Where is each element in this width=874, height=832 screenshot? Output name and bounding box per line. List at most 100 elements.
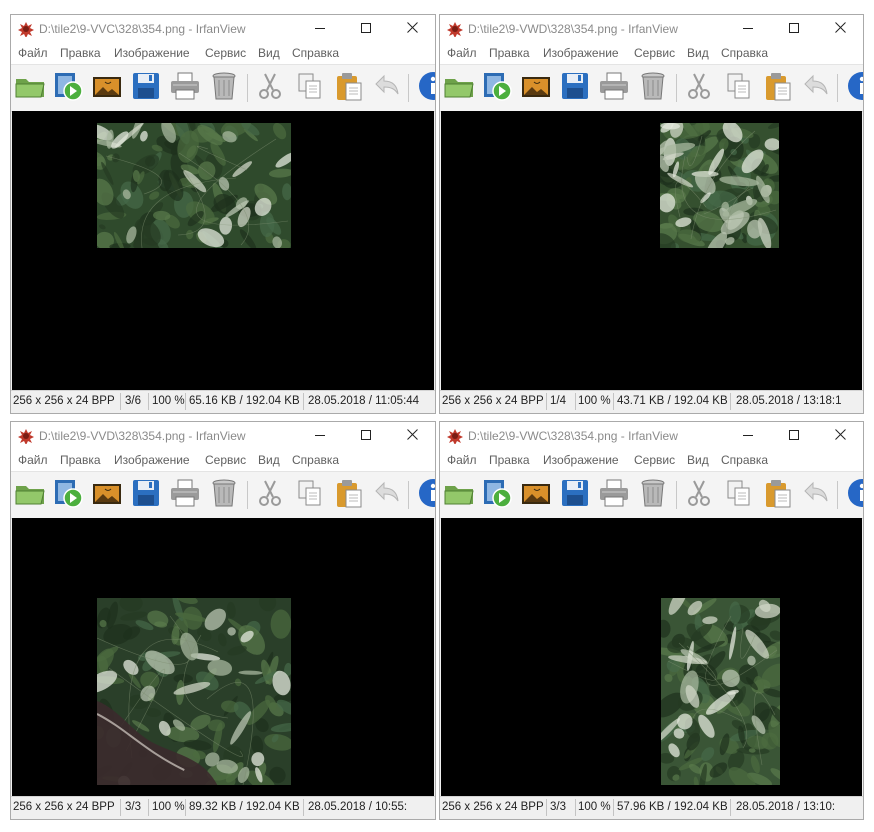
image-viewport[interactable] xyxy=(12,109,434,390)
menu-item[interactable]: Изображение xyxy=(114,453,190,467)
toolbar-button[interactable] xyxy=(558,71,592,105)
toolbar-button[interactable] xyxy=(519,71,553,105)
toolbar-button[interactable] xyxy=(332,71,366,105)
toolbar-button[interactable] xyxy=(168,71,202,105)
toolbar-button[interactable] xyxy=(293,71,327,105)
menu-item[interactable]: Вид xyxy=(258,453,280,467)
toolbar-button[interactable] xyxy=(332,478,366,512)
toolbar-button[interactable] xyxy=(207,478,241,512)
title-bar[interactable]: D:\tile2\9-VVC\328\354.png - IrfanView xyxy=(11,15,435,43)
toolbar-button[interactable] xyxy=(636,71,670,105)
menu-item[interactable]: Вид xyxy=(687,46,709,60)
close-button[interactable] xyxy=(817,422,863,450)
image-viewport[interactable] xyxy=(12,518,434,796)
toolbar-button[interactable] xyxy=(13,71,47,105)
irfanview-window[interactable]: D:\tile2\9-VWD\328\354.png - IrfanView Ф… xyxy=(439,14,864,414)
menu-item[interactable]: Сервис xyxy=(205,46,246,60)
image-viewport[interactable] xyxy=(441,111,862,390)
maximize-button[interactable] xyxy=(343,15,389,43)
toolbar-button[interactable] xyxy=(800,478,834,512)
title-bar[interactable]: D:\tile2\9-VVD\328\354.png - IrfanView xyxy=(11,422,435,450)
toolbar-button[interactable] xyxy=(442,478,476,512)
menu-item[interactable]: Файл xyxy=(18,46,48,60)
irfanview-app-icon[interactable] xyxy=(447,428,463,445)
menu-item[interactable]: Сервис xyxy=(634,46,675,60)
toolbar-button[interactable] xyxy=(558,478,592,512)
menu-item[interactable]: Справка xyxy=(721,46,768,60)
toolbar-button[interactable] xyxy=(293,478,327,512)
title-bar[interactable]: D:\tile2\9-VWD\328\354.png - IrfanView xyxy=(440,15,863,43)
toolbar-button[interactable] xyxy=(253,71,287,105)
toolbar-button[interactable] xyxy=(845,71,863,105)
menu-item[interactable]: Файл xyxy=(447,453,477,467)
toolbar-button[interactable] xyxy=(636,478,670,512)
menu-item[interactable]: Файл xyxy=(18,453,48,467)
toolbar-button[interactable] xyxy=(129,71,163,105)
toolbar-button[interactable] xyxy=(90,478,124,512)
irfanview-window[interactable]: D:\tile2\9-VWC\328\354.png - IrfanView Ф… xyxy=(439,421,864,820)
toolbar-button[interactable] xyxy=(13,478,47,512)
toolbar-button[interactable] xyxy=(207,71,241,105)
close-button[interactable] xyxy=(817,15,863,43)
toolbar-button[interactable] xyxy=(761,71,795,105)
toolbar-button[interactable] xyxy=(51,71,85,105)
menu-item[interactable]: Вид xyxy=(258,46,280,60)
menu-item[interactable]: Правка xyxy=(60,453,101,467)
menu-item[interactable]: Вид xyxy=(687,453,709,467)
toolbar-button[interactable] xyxy=(442,71,476,105)
maximize-button[interactable] xyxy=(771,422,817,450)
menu-item[interactable]: Сервис xyxy=(205,453,246,467)
toolbar-button[interactable] xyxy=(480,71,514,105)
menu-item[interactable]: Правка xyxy=(60,46,101,60)
menu-item[interactable]: Изображение xyxy=(543,453,619,467)
menu-item[interactable]: Правка xyxy=(489,453,530,467)
toolbar-button[interactable] xyxy=(129,478,163,512)
toolbar-button[interactable] xyxy=(90,71,124,105)
print-icon xyxy=(598,477,630,514)
close-button[interactable] xyxy=(389,422,435,450)
toolbar-button[interactable] xyxy=(253,478,287,512)
print-icon xyxy=(169,70,201,107)
menu-item[interactable]: Изображение xyxy=(114,46,190,60)
toolbar-button[interactable] xyxy=(371,71,405,105)
toolbar-button[interactable] xyxy=(51,478,85,512)
irfanview-app-icon[interactable] xyxy=(447,21,463,38)
title-bar[interactable]: D:\tile2\9-VWC\328\354.png - IrfanView xyxy=(440,422,863,450)
slideshow-icon xyxy=(52,477,84,514)
toolbar-button[interactable] xyxy=(761,478,795,512)
image-viewport[interactable] xyxy=(441,518,862,796)
menu-item[interactable]: Справка xyxy=(721,453,768,467)
minimize-button[interactable] xyxy=(297,422,343,450)
minimize-button[interactable] xyxy=(725,422,771,450)
irfanview-window[interactable]: D:\tile2\9-VVD\328\354.png - IrfanView Ф… xyxy=(10,421,436,820)
maximize-button[interactable] xyxy=(343,422,389,450)
toolbar-button[interactable] xyxy=(480,478,514,512)
undo-icon xyxy=(372,70,404,107)
irfanview-app-icon[interactable] xyxy=(18,428,34,445)
toolbar-button[interactable] xyxy=(597,71,631,105)
menu-item[interactable]: Сервис xyxy=(634,453,675,467)
menu-item[interactable]: Изображение xyxy=(543,46,619,60)
toolbar-button[interactable] xyxy=(371,478,405,512)
menu-item[interactable]: Справка xyxy=(292,46,339,60)
menu-item[interactable]: Правка xyxy=(489,46,530,60)
maximize-button[interactable] xyxy=(771,15,817,43)
toolbar-button[interactable] xyxy=(800,71,834,105)
toolbar-button[interactable] xyxy=(519,478,553,512)
irfanview-app-icon[interactable] xyxy=(18,21,34,38)
menu-item[interactable]: Справка xyxy=(292,453,339,467)
irfanview-window[interactable]: D:\tile2\9-VVC\328\354.png - IrfanView Ф… xyxy=(10,14,436,414)
minimize-button[interactable] xyxy=(297,15,343,43)
toolbar-button[interactable] xyxy=(682,478,716,512)
toolbar-button[interactable] xyxy=(168,478,202,512)
toolbar-button[interactable] xyxy=(722,478,756,512)
minimize-button[interactable] xyxy=(725,15,771,43)
toolbar-button[interactable] xyxy=(416,71,435,105)
toolbar-button[interactable] xyxy=(416,478,435,512)
menu-item[interactable]: Файл xyxy=(447,46,477,60)
toolbar-button[interactable] xyxy=(682,71,716,105)
toolbar-button[interactable] xyxy=(845,478,863,512)
toolbar-button[interactable] xyxy=(722,71,756,105)
close-button[interactable] xyxy=(389,15,435,43)
toolbar-button[interactable] xyxy=(597,478,631,512)
